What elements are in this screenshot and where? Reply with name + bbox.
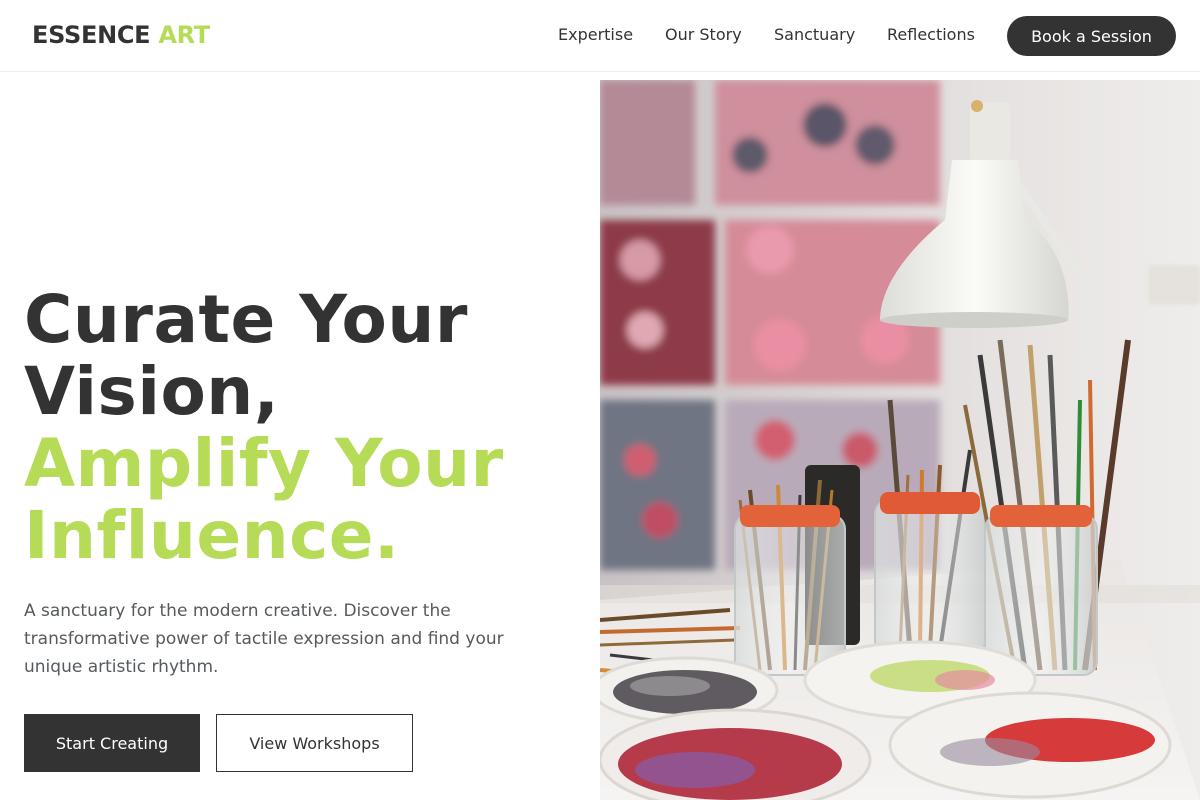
headline-line-4: Influence.: [24, 497, 400, 574]
headline-line-3: Amplify Your: [24, 425, 504, 502]
headline-line-1: Curate Your: [24, 281, 468, 358]
hero-description: A sanctuary for the modern creative. Dis…: [24, 601, 504, 677]
headline-line-2: Vision,: [24, 353, 280, 430]
nav-link-sanctuary[interactable]: Sanctuary: [774, 24, 855, 46]
top-navbar: ESSENCE ART Expertise Our Story Sanctuar…: [0, 0, 1200, 72]
hero-image-art-studio: [600, 80, 1200, 800]
nav-link-our-story[interactable]: Our Story: [665, 24, 742, 46]
hero-text-block: Curate Your Vision, Amplify Your Influen…: [24, 284, 584, 572]
nav-link-expertise[interactable]: Expertise: [558, 24, 633, 46]
hero-headline: Curate Your Vision, Amplify Your Influen…: [24, 284, 584, 572]
book-session-button[interactable]: Book a Session: [1007, 16, 1176, 56]
nav-link-reflections[interactable]: Reflections: [887, 24, 975, 46]
start-creating-button[interactable]: Start Creating: [24, 714, 200, 772]
view-workshops-button[interactable]: View Workshops: [216, 714, 413, 772]
art-studio-illustration: [600, 80, 1200, 800]
